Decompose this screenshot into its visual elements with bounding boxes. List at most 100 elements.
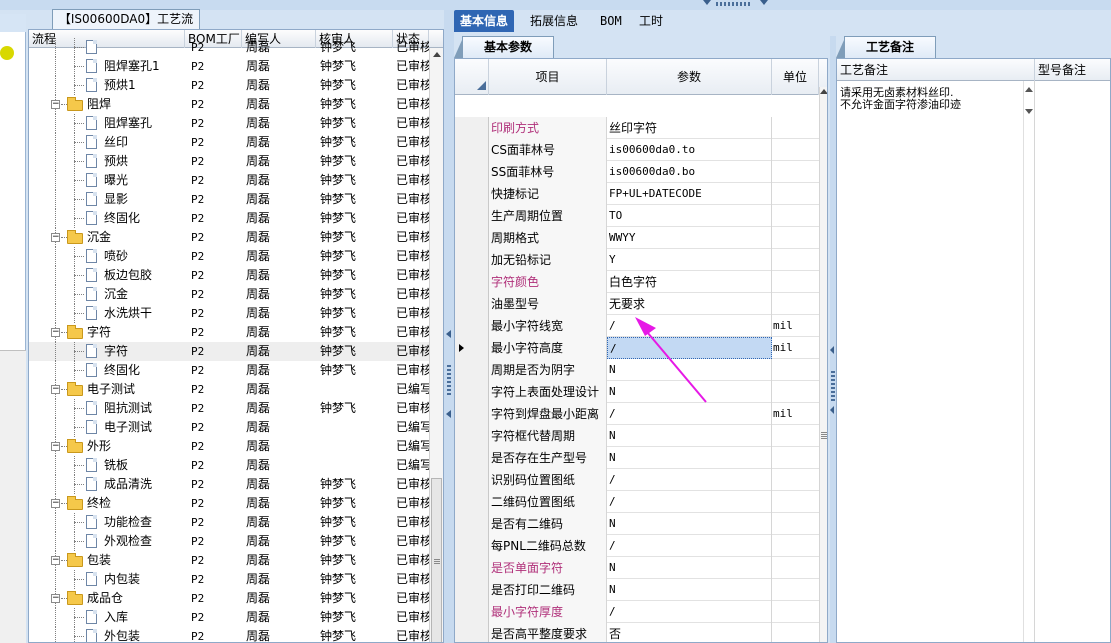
tree-group-row[interactable]: − 电子测试 P2 周磊 已编写 xyxy=(29,380,429,399)
collapse-right-icon[interactable] xyxy=(760,0,768,5)
tab-process-notes[interactable]: 工艺备注 xyxy=(844,36,936,58)
param-value[interactable]: 丝印字符 xyxy=(607,117,772,139)
param-row[interactable]: 是否存在生产型号 N xyxy=(455,447,819,469)
tree-row[interactable]: 字符 P2 周磊 钟梦飞 已审核 xyxy=(29,342,429,361)
collapse-toggle-icon[interactable]: − xyxy=(51,442,60,451)
row-header[interactable] xyxy=(455,535,489,557)
tree-row[interactable]: 终固化 P2 周磊 钟梦飞 已审核 xyxy=(29,209,429,228)
tree-group-row[interactable]: − 字符 P2 周磊 钟梦飞 已审核 xyxy=(29,323,429,342)
param-row[interactable]: 字符上表面处理设计 N xyxy=(455,381,819,403)
splitter-grip[interactable] xyxy=(831,371,835,401)
param-row[interactable]: 加无铅标记 Y xyxy=(455,249,819,271)
tree-row[interactable]: 功能检查 P2 周磊 钟梦飞 已审核 xyxy=(29,513,429,532)
tree-row[interactable]: 沉金 P2 周磊 钟梦飞 已审核 xyxy=(29,285,429,304)
row-header[interactable] xyxy=(455,359,489,381)
param-row[interactable]: 快捷标记 FP+UL+DATECODE xyxy=(455,183,819,205)
tree-row[interactable]: 阻焊塞孔1 P2 周磊 钟梦飞 已审核 xyxy=(29,57,429,76)
tree-row[interactable]: 外包装 P2 周磊 钟梦飞 已审核 xyxy=(29,627,429,642)
param-row[interactable]: 字符到焊盘最小距离 / mil xyxy=(455,403,819,425)
param-row[interactable]: 是否高平整度要求否 xyxy=(455,623,819,642)
param-col-item[interactable]: 项目 xyxy=(489,59,607,95)
param-value[interactable]: / xyxy=(607,315,772,337)
param-row[interactable]: 字符框代替周期 N xyxy=(455,425,819,447)
row-header[interactable] xyxy=(455,381,489,403)
splitter-grip[interactable] xyxy=(447,365,451,395)
param-row[interactable]: 最小字符厚度 / xyxy=(455,601,819,623)
param-value[interactable]: is00600da0.bo xyxy=(607,161,772,183)
tree-row[interactable]: 终固化 P2 周磊 钟梦飞 已审核 xyxy=(29,361,429,380)
tree-row[interactable]: P2 周磊 钟梦飞 已审核 xyxy=(29,38,429,57)
param-row[interactable]: 识别码位置图纸 / xyxy=(455,469,819,491)
row-header[interactable] xyxy=(455,183,489,205)
param-value[interactable]: / xyxy=(607,535,772,557)
param-row[interactable]: 是否有二维码 N xyxy=(455,513,819,535)
scroll-down-icon[interactable] xyxy=(1025,109,1033,114)
param-value[interactable]: / xyxy=(607,469,772,491)
param-col-unit[interactable]: 单位 xyxy=(772,59,819,95)
tree-row[interactable]: 铣板 P2 周磊 已编写 xyxy=(29,456,429,475)
row-header[interactable] xyxy=(455,403,489,425)
collapse-left-icon[interactable] xyxy=(446,410,451,418)
top-splitter-grip[interactable] xyxy=(716,2,752,6)
tree-row[interactable]: 入库 P2 周磊 钟梦飞 已审核 xyxy=(29,608,429,627)
tree-row[interactable]: 阻抗测试 P2 周磊 钟梦飞 已审核 xyxy=(29,399,429,418)
param-col-value[interactable]: 参数 xyxy=(607,59,772,95)
param-row[interactable]: 每PNL二维码总数 / xyxy=(455,535,819,557)
tree-group-row[interactable]: − 成品仓 P2 周磊 钟梦飞 已审核 xyxy=(29,589,429,608)
process-note-text[interactable]: 请采用无卤素材料丝印. 不允许金面字符渗油印迹 xyxy=(840,87,1020,111)
row-header[interactable] xyxy=(455,491,489,513)
collapse-toggle-icon[interactable]: − xyxy=(51,594,60,603)
param-row[interactable]: 印刷方式 丝印字符 xyxy=(455,117,819,139)
tree-row[interactable]: 预烘1 P2 周磊 钟梦飞 已审核 xyxy=(29,76,429,95)
row-header[interactable] xyxy=(455,227,489,249)
param-value[interactable]: WWYY xyxy=(607,227,772,249)
row-header[interactable] xyxy=(455,139,489,161)
tree-scrollbar[interactable] xyxy=(429,48,443,642)
row-header[interactable] xyxy=(455,205,489,227)
collapse-toggle-icon[interactable]: − xyxy=(51,233,60,242)
param-row[interactable]: 油墨型号 无要求 xyxy=(455,293,819,315)
param-value[interactable]: 无要求 xyxy=(607,293,772,315)
param-row[interactable]: 是否打印二维码 N xyxy=(455,579,819,601)
param-value[interactable]: / xyxy=(607,337,772,359)
row-header[interactable] xyxy=(455,557,489,579)
collapse-toggle-icon[interactable]: − xyxy=(51,100,60,109)
tree-scroll-thumb[interactable] xyxy=(431,478,442,642)
collapse-toggle-icon[interactable]: − xyxy=(51,556,60,565)
param-row[interactable]: 周期格式 WWYY xyxy=(455,227,819,249)
tree-row[interactable]: 丝印 P2 周磊 钟梦飞 已审核 xyxy=(29,133,429,152)
param-value[interactable]: is00600da0.to xyxy=(607,139,772,161)
param-row[interactable]: 是否单面字符 N xyxy=(455,557,819,579)
tab-basic-params[interactable]: 基本参数 xyxy=(462,36,554,58)
param-value[interactable]: / xyxy=(607,403,772,425)
row-header[interactable] xyxy=(455,315,489,337)
collapse-left-icon[interactable] xyxy=(703,0,711,5)
row-header[interactable] xyxy=(455,249,489,271)
param-value[interactable]: / xyxy=(607,491,772,513)
param-value[interactable]: N xyxy=(607,359,772,381)
collapse-toggle-icon[interactable]: − xyxy=(51,385,60,394)
param-row[interactable]: SS面菲林号 is00600da0.bo xyxy=(455,161,819,183)
row-header[interactable] xyxy=(455,117,489,139)
param-value[interactable]: N xyxy=(607,513,772,535)
row-header[interactable] xyxy=(455,513,489,535)
param-row[interactable]: 周期是否为阴字 N xyxy=(455,359,819,381)
tree-group-row[interactable]: − 阻焊 P2 周磊 钟梦飞 已审核 xyxy=(29,95,429,114)
param-value[interactable]: N xyxy=(607,557,772,579)
collapse-toggle-icon[interactable]: − xyxy=(51,328,60,337)
param-row[interactable]: 最小字符线宽 / mil xyxy=(455,315,819,337)
param-value[interactable]: N xyxy=(607,425,772,447)
tree-group-row[interactable]: − 包装 P2 周磊 钟梦飞 已审核 xyxy=(29,551,429,570)
scroll-up-icon[interactable] xyxy=(433,52,441,57)
tree-row[interactable]: 曝光 P2 周磊 钟梦飞 已审核 xyxy=(29,171,429,190)
param-value[interactable]: N xyxy=(607,447,772,469)
param-value[interactable]: FP+UL+DATECODE xyxy=(607,183,772,205)
row-header[interactable] xyxy=(455,469,489,491)
param-value[interactable]: N xyxy=(607,579,772,601)
collapse-left-icon[interactable] xyxy=(830,406,834,414)
param-row[interactable]: CS面菲林号 is00600da0.to xyxy=(455,139,819,161)
param-value[interactable]: Y xyxy=(607,249,772,271)
param-value[interactable]: N xyxy=(607,381,772,403)
note-scrollbar[interactable] xyxy=(1023,81,1033,642)
param-row[interactable]: 最小字符高度 / mil xyxy=(455,337,819,359)
